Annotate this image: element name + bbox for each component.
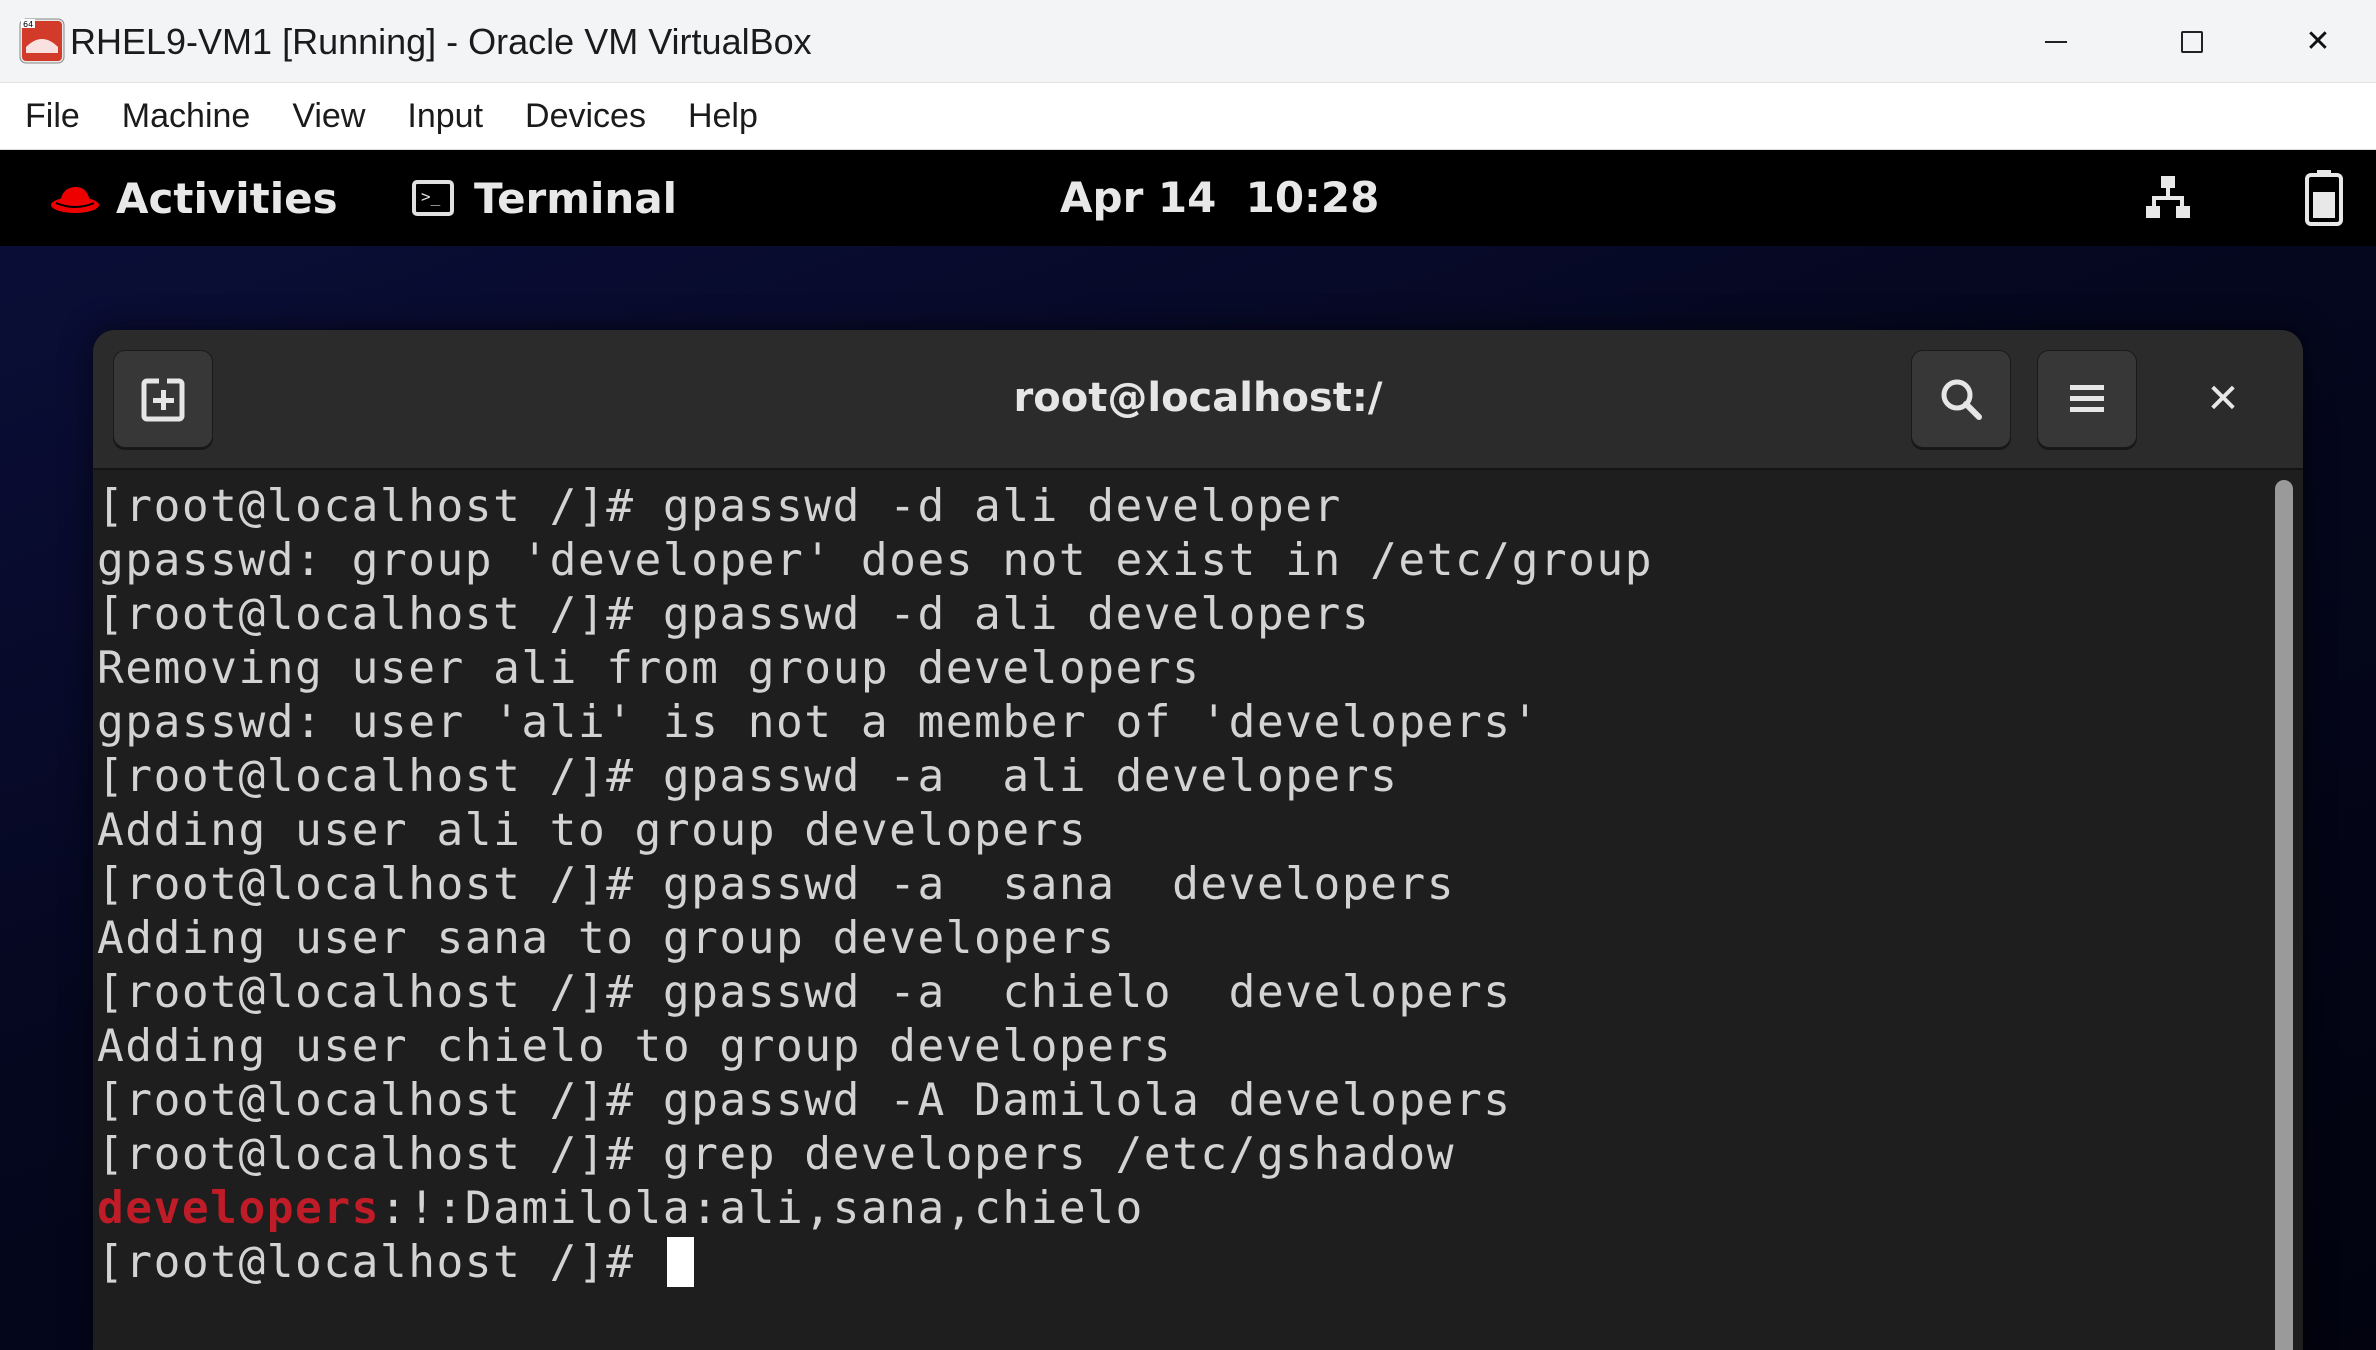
- terminal-line: [root@localhost /]# grep developers /etc…: [97, 1129, 1455, 1180]
- terminal-line: [root@localhost /]# gpasswd -a ali devel…: [97, 751, 1399, 802]
- terminal-app-menu[interactable]: >_ Terminal: [412, 150, 677, 246]
- search-icon: [1941, 379, 1982, 420]
- text-cursor: [666, 1237, 694, 1287]
- terminal-line: gpasswd: group 'developer' does not exis…: [97, 535, 1654, 586]
- menu-view[interactable]: View: [271, 83, 386, 150]
- hamburger-menu-icon: [2070, 385, 2104, 412]
- terminal-output[interactable]: [root@localhost /]# gpasswd -d ali devel…: [97, 480, 1653, 1290]
- close-icon: ✕: [2206, 376, 2240, 422]
- maximize-icon: [2181, 30, 2203, 53]
- terminal-window[interactable]: root@localhost:/ ✕ [root@localhost /]# g…: [93, 330, 2303, 1350]
- grep-match-rest: :!:Damilola:ali,sana,chielo: [379, 1183, 1144, 1234]
- prompt-line: [root@localhost /]#: [97, 1236, 1653, 1290]
- clock[interactable]: Apr 14 10:28: [1060, 150, 1379, 246]
- terminal-body[interactable]: [root@localhost /]# gpasswd -d ali devel…: [93, 470, 2303, 1350]
- minimize-button[interactable]: [1988, 0, 2124, 83]
- grep-result-line: developers:!:Damilola:ali,sana,chielo: [97, 1182, 1653, 1236]
- app-menu-label: Terminal: [474, 173, 678, 223]
- activities-button[interactable]: Activities: [50, 150, 338, 246]
- new-tab-button[interactable]: [113, 350, 213, 448]
- terminal-line: Adding user sana to group developers: [97, 913, 1116, 964]
- search-button[interactable]: [1911, 350, 2011, 448]
- vbox-menubar: File Machine View Input Devices Help: [0, 83, 2376, 150]
- menu-input[interactable]: Input: [386, 83, 504, 150]
- terminal-line: [root@localhost /]# gpasswd -A Damilola …: [97, 1075, 1512, 1126]
- terminal-line: [root@localhost /]# gpasswd -d ali devel…: [97, 589, 1371, 640]
- network-icon[interactable]: [2144, 174, 2192, 222]
- menu-file[interactable]: File: [4, 83, 101, 150]
- minimize-icon: [2045, 40, 2067, 43]
- menu-devices[interactable]: Devices: [504, 83, 667, 150]
- hamburger-menu-button[interactable]: [2037, 350, 2137, 448]
- close-terminal-button[interactable]: ✕: [2173, 350, 2273, 448]
- scrollbar-track[interactable]: [2265, 470, 2303, 1350]
- close-icon: ✕: [2305, 24, 2331, 59]
- redhat-logo-icon: [51, 187, 99, 213]
- gnome-topbar: Activities >_ Terminal Apr 14 10:28: [0, 150, 2376, 246]
- scrollbar-thumb[interactable]: [2275, 480, 2293, 1350]
- host-titlebar: 64 RHEL9-VM1 [Running] - Oracle VM Virtu…: [0, 0, 2376, 83]
- new-tab-icon: [141, 376, 185, 422]
- terminal-line: Removing user ali from group developers: [97, 643, 1201, 694]
- activities-label: Activities: [116, 173, 338, 223]
- terminal-line: Adding user ali to group developers: [97, 805, 1088, 856]
- menu-machine[interactable]: Machine: [101, 83, 272, 150]
- terminal-headerbar: root@localhost:/ ✕: [93, 330, 2303, 470]
- prompt-text: [root@localhost /]#: [97, 1237, 663, 1288]
- terminal-line: [root@localhost /]# gpasswd -a chielo de…: [97, 967, 1512, 1018]
- close-window-button[interactable]: ✕: [2260, 0, 2376, 83]
- host-window-title: RHEL9-VM1 [Running] - Oracle VM VirtualB…: [70, 21, 812, 62]
- terminal-line: gpasswd: user 'ali' is not a member of '…: [97, 697, 1540, 748]
- maximize-button[interactable]: [2124, 0, 2260, 83]
- menu-help[interactable]: Help: [667, 83, 779, 150]
- terminal-line: [root@localhost /]# gpasswd -d ali devel…: [97, 481, 1342, 532]
- grep-match-highlight: developers: [97, 1183, 380, 1234]
- terminal-line: Adding user chielo to group developers: [97, 1021, 1173, 1072]
- guest-screen[interactable]: Activities >_ Terminal Apr 14 10:28 root…: [0, 150, 2376, 1350]
- terminal-app-icon: >_: [412, 180, 454, 216]
- svg-text:64: 64: [23, 20, 33, 29]
- terminal-line: [root@localhost /]# gpasswd -a sana deve…: [97, 859, 1455, 910]
- virtualbox-app-icon: 64: [19, 18, 65, 64]
- battery-icon[interactable]: [2305, 170, 2343, 226]
